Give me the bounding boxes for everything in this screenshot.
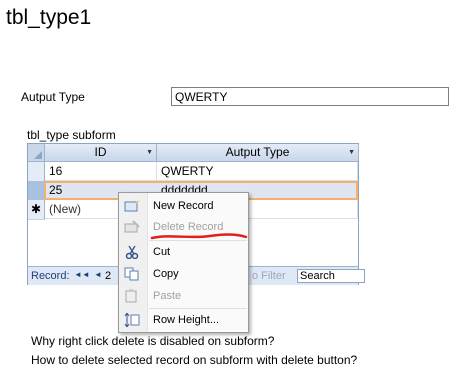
menu-item-new-record[interactable]: New Record	[119, 196, 248, 216]
column-header-id[interactable]: ID ▼	[45, 144, 157, 161]
row-selector[interactable]	[28, 162, 45, 182]
select-all-corner[interactable]	[28, 144, 45, 161]
column-header-autput-type-label: Autput Type	[225, 145, 290, 159]
red-annotation-stroke	[150, 233, 248, 240]
menu-item-cut[interactable]: Cut	[119, 242, 248, 262]
menu-item-paste: Paste	[119, 286, 248, 306]
menu-item-label: Cut	[153, 246, 171, 258]
column-autput-type-dropdown-icon[interactable]: ▼	[348, 144, 355, 161]
cell-id[interactable]: 16	[45, 162, 157, 181]
menu-separator	[149, 308, 247, 309]
question-2: How to delete selected record on subform…	[31, 353, 358, 367]
no-filter-button[interactable]: o Filter	[252, 270, 286, 282]
row-selector-selected[interactable]	[28, 181, 45, 201]
context-menu: New Record Delete Record Cut Copy Paste …	[118, 192, 249, 333]
new-row-marker[interactable]: ✱	[28, 200, 45, 220]
paste-icon	[124, 289, 140, 303]
column-header-autput-type[interactable]: Autput Type ▼	[157, 144, 359, 161]
scissors-icon	[124, 245, 140, 260]
delete-record-icon	[124, 220, 140, 234]
column-header-id-label: ID	[94, 145, 107, 159]
question-1: Why right click delete is disabled on su…	[31, 334, 275, 348]
row-height-icon	[124, 312, 140, 328]
new-record-icon	[124, 199, 140, 213]
form-title: tbl_type1	[6, 6, 92, 29]
first-record-icon[interactable]: ◄◄	[74, 270, 90, 279]
autput-type-field[interactable]: QWERTY	[171, 87, 449, 106]
menu-item-label: Copy	[153, 268, 179, 280]
subform-caption: tbl_type subform	[27, 128, 116, 142]
previous-record-icon[interactable]: ◄	[94, 270, 102, 279]
autput-type-label: Autput Type	[21, 90, 85, 104]
menu-item-label: New Record	[153, 200, 214, 212]
copy-icon	[124, 267, 140, 281]
current-record-number[interactable]: 2	[105, 270, 111, 282]
menu-item-label: Paste	[153, 290, 182, 302]
search-box[interactable]: Search	[297, 269, 365, 283]
cell-autput-type[interactable]: QWERTY	[157, 162, 358, 181]
menu-item-row-height[interactable]: Row Height...	[119, 310, 248, 330]
column-id-dropdown-icon[interactable]: ▼	[146, 144, 153, 161]
menu-item-label: Row Height...	[153, 314, 220, 326]
menu-item-copy[interactable]: Copy	[119, 264, 248, 284]
record-label: Record:	[31, 270, 70, 282]
